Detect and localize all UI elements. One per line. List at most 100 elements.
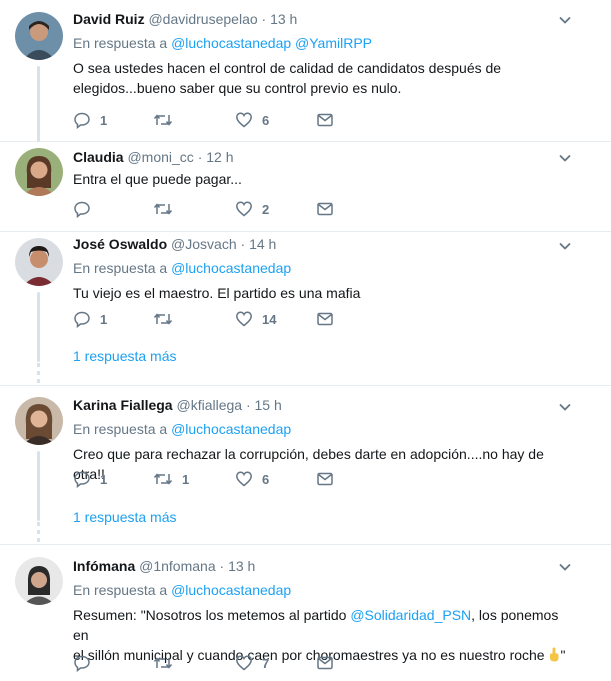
- author-handle[interactable]: @davidrusepelao: [148, 11, 257, 27]
- tweet[interactable]: Infómana @1nfomana · 13 h En respuesta a…: [0, 545, 611, 681]
- retweet-button[interactable]: 1: [153, 469, 189, 489]
- tweet-actions: 1 14: [73, 309, 353, 329]
- author-name[interactable]: José Oswaldo: [73, 236, 167, 252]
- heart-icon: [236, 201, 252, 217]
- tweet-text: O sea ustedes hacen el control de calida…: [73, 58, 571, 98]
- heart-icon: [236, 471, 252, 487]
- reply-icon: [74, 112, 90, 129]
- show-more-replies-link[interactable]: 1 respuesta más: [73, 509, 177, 525]
- like-count: 7: [262, 655, 270, 671]
- reply-prefix: En respuesta a: [73, 582, 168, 598]
- timestamp[interactable]: 15 h: [255, 397, 282, 413]
- thread-line-dotted: [37, 363, 40, 383]
- tweet[interactable]: David Ruiz @davidrusepelao · 13 h En res…: [0, 0, 611, 142]
- timestamp[interactable]: 13 h: [228, 558, 255, 574]
- tweet[interactable]: José Oswaldo @Josvach · 14 h En respuest…: [0, 232, 611, 386]
- reply-button[interactable]: [73, 199, 100, 219]
- mention-link[interactable]: @luchocastanedap: [171, 35, 291, 51]
- author-name[interactable]: Karina Fiallega: [73, 397, 173, 413]
- avatar[interactable]: [15, 557, 63, 605]
- chevron-down-icon[interactable]: [557, 559, 573, 575]
- chevron-down-icon[interactable]: [557, 238, 573, 254]
- avatar[interactable]: [15, 148, 63, 196]
- author-name[interactable]: Infómana: [73, 558, 135, 574]
- replies-feed: David Ruiz @davidrusepelao · 13 h En res…: [0, 0, 611, 681]
- reply-button[interactable]: 1: [73, 110, 107, 130]
- envelope-icon: [317, 202, 333, 216]
- direct-message-button[interactable]: [316, 110, 334, 130]
- author-handle[interactable]: @moni_cc: [127, 149, 193, 165]
- avatar[interactable]: [15, 238, 63, 286]
- tweet[interactable]: Claudia @moni_cc · 12 h Entra el que pue…: [0, 142, 611, 232]
- reply-context: En respuesta a @luchocastanedap: [73, 259, 571, 277]
- retweet-icon: [153, 657, 173, 669]
- reply-context: En respuesta a @luchocastanedap: [73, 420, 571, 438]
- author-name[interactable]: David Ruiz: [73, 11, 145, 27]
- tweet-text-line: Entra el que puede pagar...: [73, 171, 242, 187]
- direct-message-button[interactable]: [316, 309, 334, 329]
- reply-prefix: En respuesta a: [73, 260, 168, 276]
- retweet-button[interactable]: [153, 110, 182, 130]
- chevron-down-icon[interactable]: [557, 12, 573, 28]
- reply-count: 1: [100, 112, 108, 128]
- reply-context: En respuesta a @luchocastanedap: [73, 581, 571, 599]
- tweet-actions: 7: [73, 653, 353, 673]
- tweet-text-segment: Resumen: "Nosotros los metemos al partid…: [73, 607, 351, 623]
- reply-button[interactable]: 1: [73, 309, 107, 329]
- like-count: 6: [262, 471, 270, 487]
- mention-link[interactable]: @luchocastanedap: [171, 260, 291, 276]
- chevron-down-icon[interactable]: [557, 399, 573, 415]
- tweet-text: Tu viejo es el maestro. El partido es un…: [73, 283, 571, 303]
- retweet-icon: [153, 203, 173, 215]
- reply-count: 1: [100, 471, 108, 487]
- retweet-button[interactable]: [153, 309, 182, 329]
- timestamp[interactable]: 14 h: [249, 236, 276, 252]
- tweet-actions: 2: [73, 199, 353, 219]
- thread-line: [37, 292, 40, 362]
- like-count: 2: [262, 201, 270, 217]
- like-button[interactable]: 6: [235, 469, 269, 489]
- avatar[interactable]: [15, 397, 63, 445]
- separator: ·: [219, 558, 225, 574]
- reply-button[interactable]: 1: [73, 469, 107, 489]
- author-handle[interactable]: @Josvach: [171, 236, 237, 252]
- mention-link[interactable]: @luchocastanedap: [171, 582, 291, 598]
- reply-prefix: En respuesta a: [73, 35, 168, 51]
- author-handle[interactable]: @1nfomana: [139, 558, 215, 574]
- separator: ·: [261, 11, 267, 27]
- reply-icon: [74, 655, 90, 672]
- retweet-button[interactable]: [153, 199, 182, 219]
- direct-message-button[interactable]: [316, 199, 334, 219]
- thread-line: [37, 451, 40, 521]
- mention-link[interactable]: @Solidaridad_PSN: [350, 607, 471, 623]
- tweet-text-line: O sea ustedes hacen el control de calida…: [73, 60, 502, 76]
- direct-message-button[interactable]: [316, 653, 334, 673]
- tweet-text: Entra el que puede pagar...: [73, 169, 571, 189]
- author-handle[interactable]: @kfiallega: [176, 397, 242, 413]
- author-name[interactable]: Claudia: [73, 149, 124, 165]
- reply-context: En respuesta a @luchocastanedap @YamilRP…: [73, 34, 571, 52]
- like-button[interactable]: 6: [235, 110, 269, 130]
- chevron-down-icon[interactable]: [557, 150, 573, 166]
- retweet-button[interactable]: [153, 653, 182, 673]
- mention-link[interactable]: @YamilRPP: [295, 35, 372, 51]
- like-button[interactable]: 14: [235, 309, 276, 329]
- direct-message-button[interactable]: [316, 469, 334, 489]
- timestamp[interactable]: 13 h: [270, 11, 297, 27]
- envelope-icon: [317, 656, 333, 670]
- show-more-replies-link[interactable]: 1 respuesta más: [73, 348, 177, 364]
- thread-line: [37, 66, 40, 142]
- like-count: 6: [262, 112, 270, 128]
- mention-link[interactable]: @luchocastanedap: [171, 421, 291, 437]
- retweet-icon: [153, 114, 173, 126]
- like-button[interactable]: 7: [235, 653, 269, 673]
- reply-icon: [74, 201, 90, 218]
- timestamp[interactable]: 12 h: [206, 149, 233, 165]
- reply-count: 1: [100, 311, 108, 327]
- like-button[interactable]: 2: [235, 199, 269, 219]
- tweet[interactable]: Karina Fiallega @kfiallega · 15 h En res…: [0, 386, 611, 545]
- reply-button[interactable]: [73, 653, 100, 673]
- separator: ·: [197, 149, 203, 165]
- avatar[interactable]: [15, 12, 63, 60]
- envelope-icon: [317, 113, 333, 127]
